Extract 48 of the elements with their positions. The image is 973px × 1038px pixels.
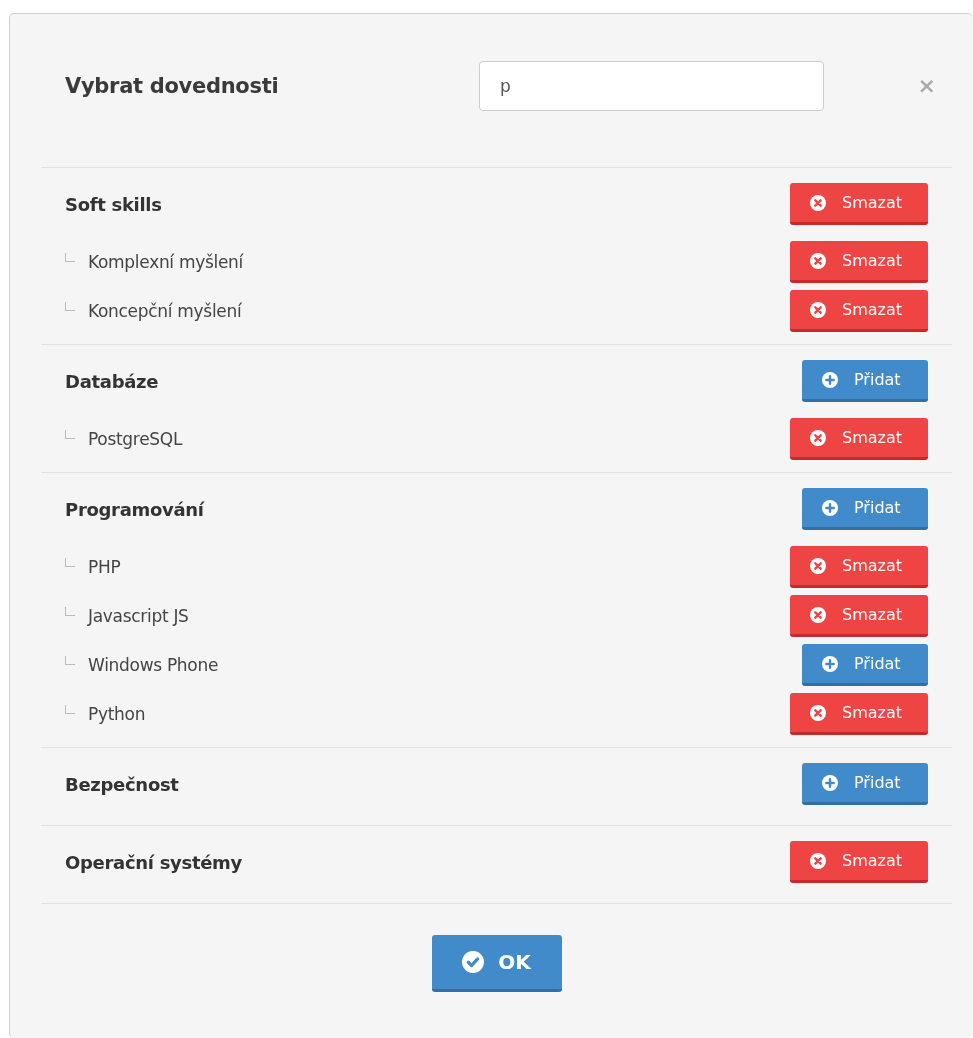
category-label: Soft skills — [65, 193, 162, 215]
close-circle-icon — [810, 704, 826, 721]
skill-label: Javascript JS — [88, 606, 189, 626]
tree-branch-icon — [65, 704, 75, 714]
category-label: Databáze — [65, 370, 159, 392]
search-field[interactable]: p — [479, 61, 824, 111]
delete-button[interactable]: Smazat — [790, 183, 928, 225]
category-label: Bezpečnost — [65, 773, 179, 795]
plus-circle-icon — [822, 774, 838, 791]
ok-button[interactable]: OK — [431, 935, 562, 992]
add-button[interactable]: Přidat — [802, 360, 928, 402]
close-circle-icon — [810, 429, 826, 446]
tree-branch-icon — [65, 252, 75, 262]
close-circle-icon — [810, 557, 826, 574]
check-circle-icon — [462, 951, 485, 973]
delete-button[interactable]: Smazat — [790, 241, 928, 283]
skill-label: PHP — [88, 557, 121, 577]
close-button[interactable]: × — [915, 75, 938, 97]
tree-branch-icon — [65, 429, 75, 439]
close-circle-icon — [810, 606, 826, 623]
skill-label: Komplexní myšlení — [88, 252, 243, 272]
tree-branch-icon — [65, 606, 75, 616]
skill-label: PostgreSQL — [88, 429, 183, 449]
add-button[interactable]: Přidat — [802, 763, 928, 805]
plus-circle-icon — [822, 371, 838, 388]
tree-branch-icon — [65, 655, 75, 665]
category-label: Programování — [65, 498, 204, 520]
delete-button[interactable]: Smazat — [790, 693, 928, 735]
close-circle-icon — [810, 252, 826, 269]
add-button[interactable]: Přidat — [802, 488, 928, 530]
skill-label: Koncepční myšlení — [88, 301, 242, 321]
category-label: Operační systémy — [65, 851, 242, 873]
add-button[interactable]: Přidat — [802, 644, 928, 686]
tree-branch-icon — [65, 557, 75, 567]
delete-button[interactable]: Smazat — [790, 290, 928, 332]
close-circle-icon — [810, 301, 826, 318]
dialog-title: Vybrat dovednosti — [65, 74, 280, 98]
delete-button[interactable]: Smazat — [790, 418, 928, 460]
delete-button[interactable]: Smazat — [790, 546, 928, 588]
skill-label: Windows Phone — [88, 655, 219, 675]
delete-button[interactable]: Smazat — [790, 841, 928, 883]
plus-circle-icon — [822, 655, 838, 672]
delete-button[interactable]: Smazat — [790, 595, 928, 637]
close-circle-icon — [810, 194, 826, 211]
plus-circle-icon — [822, 499, 838, 516]
skill-label: Python — [88, 704, 146, 724]
close-circle-icon — [810, 852, 826, 869]
tree-branch-icon — [65, 301, 75, 311]
